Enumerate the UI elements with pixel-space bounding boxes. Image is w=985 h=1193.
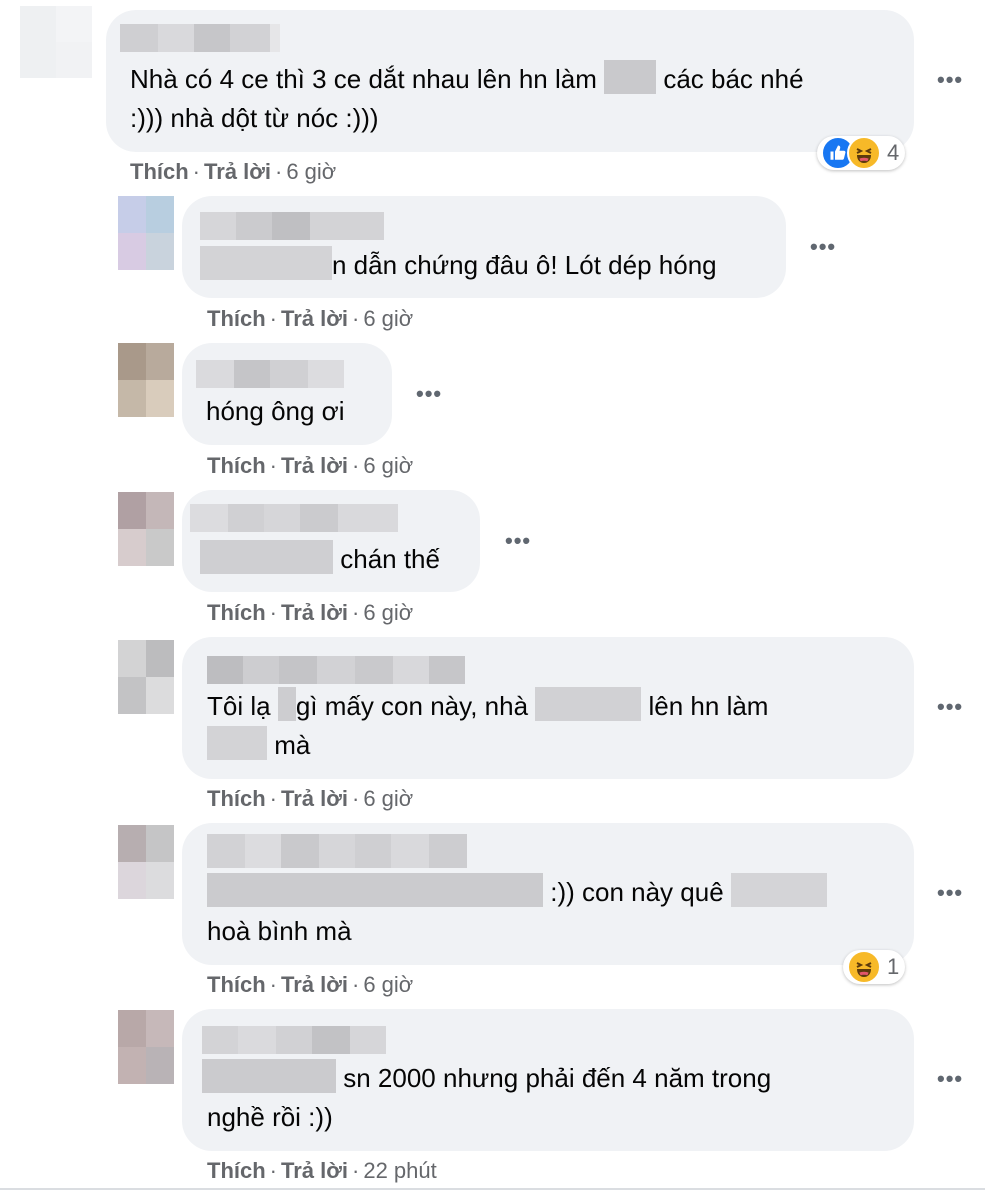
comment-text: Tôi lạ gì mấy con này, nhà lên hn làm mà [207,687,768,765]
like-link[interactable]: Thích [207,1158,266,1183]
author-name-blurred[interactable] [120,24,280,52]
more-options-button[interactable]: ••• [937,880,963,906]
timestamp[interactable]: 6 giờ [363,972,413,997]
author-name-blurred[interactable] [196,360,344,388]
comment-actions: Thích · Trả lời · 6 giờ [130,159,337,184]
comment-text: Nhà có 4 ce thì 3 ce dắt nhau lên hn làm… [130,60,804,138]
comment-text: hóng ông ơi [206,396,345,426]
more-options-button[interactable]: ••• [937,1066,963,1092]
author-name-blurred[interactable] [190,504,398,532]
reactions-summary[interactable]: 1 [843,950,906,984]
timestamp[interactable]: 6 giờ [363,453,413,478]
reply-link[interactable]: Trả lời [281,1158,348,1183]
author-name-blurred[interactable] [200,212,384,240]
reaction-count: 4 [887,140,900,165]
reply-link[interactable]: Trả lời [281,972,348,997]
more-options-button[interactable]: ••• [937,67,963,93]
comment-actions: Thích · Trả lời · 22 phút [207,1158,437,1183]
reply-link[interactable]: Trả lời [281,786,348,811]
comment-actions: Thích · Trả lời · 6 giờ [207,972,414,997]
comment-text: chán thế [200,540,440,579]
timestamp[interactable]: 22 phút [363,1158,436,1183]
like-link[interactable]: Thích [207,972,266,997]
timestamp[interactable]: 6 giờ [363,600,413,625]
divider [0,1188,985,1190]
reply-link[interactable]: Trả lời [281,453,348,478]
reaction-count: 1 [887,954,900,979]
reactions-summary[interactable]: 4 [817,136,906,170]
avatar[interactable] [118,196,174,270]
like-link[interactable]: Thích [207,600,266,625]
comment-actions: Thích · Trả lời · 6 giờ [207,453,414,478]
avatar[interactable] [118,492,174,566]
more-options-button[interactable]: ••• [505,528,531,554]
haha-icon [847,136,881,170]
haha-icon [847,950,881,984]
avatar[interactable] [118,343,174,417]
reply-link[interactable]: Trả lời [281,306,348,331]
more-options-button[interactable]: ••• [416,381,442,407]
comment-text: :)) con này quê hoà bình mà [207,873,827,951]
comment-actions: Thích · Trả lời · 6 giờ [207,600,414,625]
like-link[interactable]: Thích [130,159,189,184]
avatar[interactable] [118,1010,174,1084]
comment-actions: Thích · Trả lời · 6 giờ [207,306,414,331]
author-name-blurred[interactable] [202,1026,386,1054]
avatar[interactable] [118,825,174,899]
like-link[interactable]: Thích [207,786,266,811]
reply-link[interactable]: Trả lời [281,600,348,625]
more-options-button[interactable]: ••• [937,694,963,720]
reply-link[interactable]: Trả lời [204,159,271,184]
comment-text: sn 2000 nhưng phải đến 4 năm trong nghề … [202,1059,771,1137]
timestamp[interactable]: 6 giờ [363,786,413,811]
author-name-blurred[interactable] [207,834,467,868]
timestamp[interactable]: 6 giờ [363,306,413,331]
comment-actions: Thích · Trả lời · 6 giờ [207,786,414,811]
avatar[interactable] [20,6,92,78]
comment-text: n dẫn chứng đâu ô! Lót dép hóng [200,246,717,285]
like-link[interactable]: Thích [207,306,266,331]
timestamp[interactable]: 6 giờ [286,159,336,184]
avatar[interactable] [118,640,174,714]
like-link[interactable]: Thích [207,453,266,478]
more-options-button[interactable]: ••• [810,234,836,260]
author-name-blurred[interactable] [207,656,465,684]
